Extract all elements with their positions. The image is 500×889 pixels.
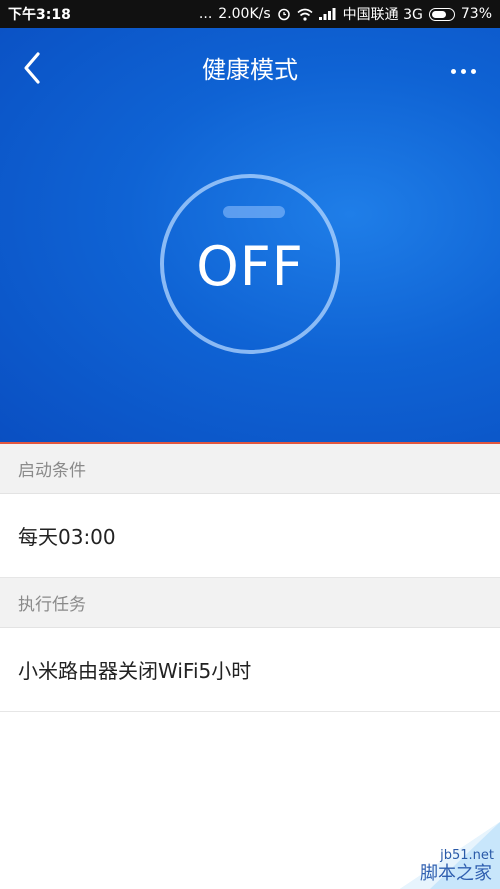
screen: 下午3:18 ... 2.00K/s 中国联通 3G 73% 健康模式 OFF … [0, 0, 500, 889]
status-time: 下午3:18 [8, 7, 71, 23]
status-bar: 下午3:18 ... 2.00K/s 中国联通 3G 73% [0, 0, 500, 28]
watermark-name: 脚本之家 [420, 863, 492, 884]
power-toggle-button[interactable]: OFF [160, 174, 340, 354]
carrier-name: 中国联通 3G [342, 7, 423, 23]
task-row[interactable]: 小米路由器关闭WiFi5小时 [0, 628, 500, 712]
battery-percent: 73% [460, 6, 492, 22]
back-chevron-icon [22, 51, 42, 89]
wifi-icon [297, 8, 313, 21]
page-title: 健康模式 [202, 56, 298, 84]
start-condition-header: 启动条件 [0, 444, 500, 494]
status-dots: ... [198, 6, 213, 22]
start-condition-value: 每天03:00 [18, 525, 116, 549]
alarm-icon [277, 7, 291, 21]
power-status-label: OFF [196, 234, 304, 298]
signal-icon [318, 8, 337, 20]
more-button[interactable] [440, 54, 486, 88]
battery-icon [428, 7, 455, 21]
status-indicators: ... 2.00K/s 中国联通 3G 73% [199, 4, 492, 24]
watermark: jb51.net 脚本之家 [370, 814, 500, 889]
task-value: 小米路由器关闭WiFi5小时 [18, 659, 252, 683]
power-notch [223, 206, 285, 218]
task-header: 执行任务 [0, 578, 500, 628]
hero-panel: 健康模式 OFF [0, 28, 500, 442]
start-condition-row[interactable]: 每天03:00 [0, 494, 500, 578]
back-button[interactable] [14, 50, 50, 90]
network-speed: 2.00K/s [218, 6, 271, 22]
more-dots-icon [450, 68, 456, 74]
